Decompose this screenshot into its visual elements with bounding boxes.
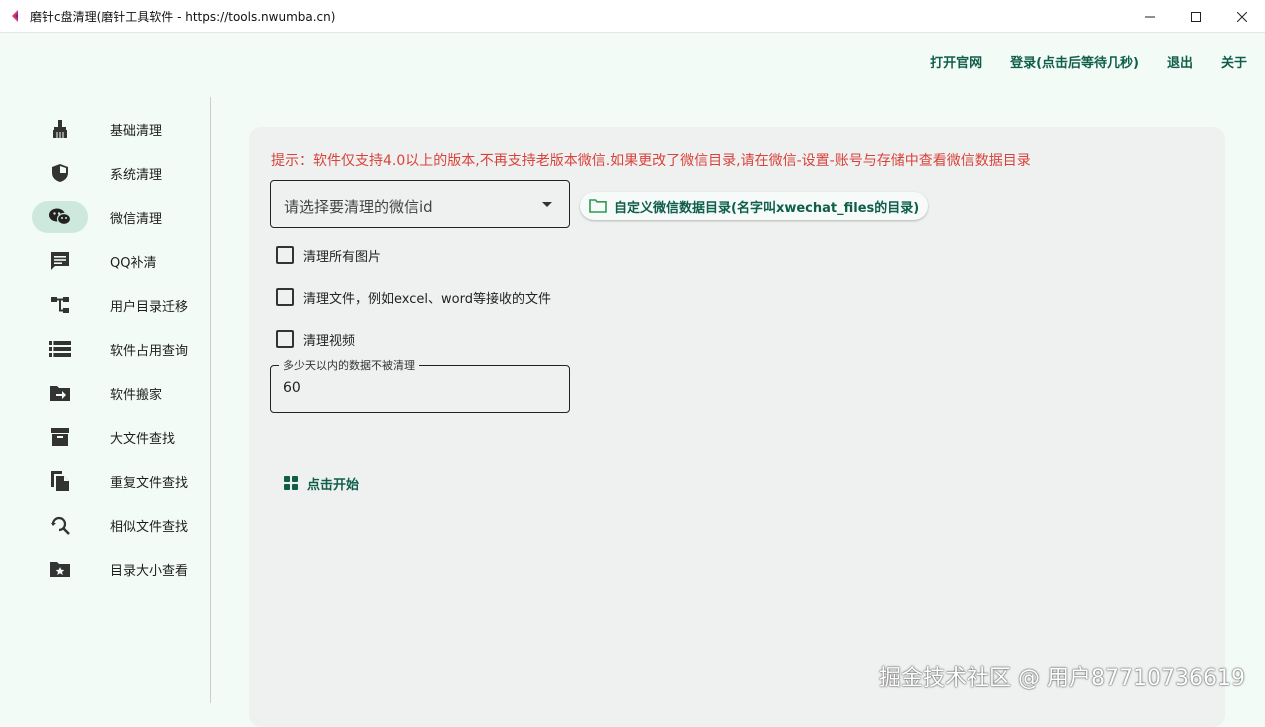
app-logo-icon: [12, 10, 18, 22]
sidebar-item-system-clean[interactable]: 系统清理: [32, 157, 202, 189]
clean-videos-checkbox[interactable]: [276, 330, 294, 348]
broom-icon: [49, 119, 71, 139]
clean-images-checkbox[interactable]: [276, 246, 294, 264]
sidebar-item-label: 相似文件查找: [110, 520, 189, 535]
start-label: 点击开始: [307, 477, 360, 493]
clean-files-checkbox-row[interactable]: 清理文件，例如excel、word等接收的文件: [276, 287, 551, 307]
top-nav: 打开官网 登录(点击后等待几秒) 退出 关于: [930, 50, 1265, 72]
maximize-button[interactable]: [1173, 0, 1219, 33]
title-bar: 磨针c盘清理(磨针工具软件 - https://tools.nwumba.cn): [0, 0, 1265, 33]
sidebar-item-label: 用户目录迁移: [110, 300, 189, 315]
wechat-id-select[interactable]: 请选择要清理的微信id: [270, 180, 570, 228]
days-value: 60: [283, 380, 301, 396]
folder-icon: [589, 199, 607, 213]
window-title: 磨针c盘清理(磨针工具软件 - https://tools.nwumba.cn): [30, 9, 336, 24]
logout-link[interactable]: 退出: [1167, 52, 1193, 71]
sidebar-item-similar-file-search[interactable]: 相似文件查找: [32, 509, 202, 541]
close-icon: [1237, 11, 1247, 22]
custom-wechat-dir-button[interactable]: 自定义微信数据目录(名字叫xwechat_files的目录): [580, 192, 928, 220]
chevron-down-icon: [542, 202, 552, 207]
chat-icon: [49, 251, 71, 271]
watermark: 掘金技术社区 @ 用户87710736619: [879, 666, 1245, 691]
sidebar-item-label: 软件搬家: [110, 388, 163, 403]
list-icon: [49, 339, 71, 359]
clean-videos-checkbox-row[interactable]: 清理视频: [276, 329, 355, 349]
sidebar-item-label: 重复文件查找: [110, 476, 189, 491]
sidebar-item-dir-size-view[interactable]: 目录大小查看: [32, 553, 202, 585]
sidebar-item-basic-clean[interactable]: 基础清理: [32, 113, 202, 145]
checkbox-label: 清理文件，例如excel、word等接收的文件: [303, 291, 551, 307]
days-field-label: 多少天以内的数据不被清理: [279, 357, 419, 373]
folder-star-icon: [49, 559, 71, 579]
sidebar-item-label: 基础清理: [110, 124, 163, 139]
folder-move-icon: [49, 383, 71, 403]
archive-icon: [49, 427, 71, 447]
copy-icon: [49, 471, 71, 491]
sidebar: 基础清理 系统清理 微信清理 QQ补清 用户目录迁移 软件占用查询 软件搬家 大…: [0, 100, 212, 712]
close-button[interactable]: [1219, 0, 1265, 33]
minimize-button[interactable]: [1127, 0, 1173, 33]
sidebar-item-wechat-clean[interactable]: 微信清理: [32, 201, 202, 233]
custom-dir-label: 自定义微信数据目录(名字叫xwechat_files的目录): [614, 200, 920, 216]
select-placeholder: 请选择要清理的微信id: [284, 198, 433, 216]
sidebar-item-label: 目录大小查看: [110, 564, 189, 579]
checkbox-label: 清理视频: [303, 333, 356, 349]
tree-icon: [49, 295, 71, 315]
sidebar-item-label: 大文件查找: [110, 432, 176, 447]
shield-icon: [49, 163, 71, 183]
sidebar-item-qq-clean[interactable]: QQ补清: [32, 245, 202, 277]
clean-files-checkbox[interactable]: [276, 288, 294, 306]
start-button[interactable]: 点击开始: [280, 470, 359, 496]
login-link[interactable]: 登录(点击后等待几秒): [1010, 52, 1139, 71]
hint-text: 提示：软件仅支持4.0以上的版本,不再支持老版本微信.如果更改了微信目录,请在微…: [271, 153, 1031, 169]
sidebar-item-label: 软件占用查询: [110, 344, 189, 359]
sidebar-item-software-move[interactable]: 软件搬家: [32, 377, 202, 409]
sidebar-item-label: QQ补清: [110, 256, 157, 271]
about-link[interactable]: 关于: [1221, 52, 1247, 71]
search-refresh-icon: [49, 515, 71, 535]
sidebar-item-large-file-search[interactable]: 大文件查找: [32, 421, 202, 453]
sidebar-item-user-dir-migrate[interactable]: 用户目录迁移: [32, 289, 202, 321]
clean-images-checkbox-row[interactable]: 清理所有图片: [276, 245, 381, 265]
sidebar-item-software-usage[interactable]: 软件占用查询: [32, 333, 202, 365]
open-website-link[interactable]: 打开官网: [930, 52, 982, 71]
sidebar-item-duplicate-file-search[interactable]: 重复文件查找: [32, 465, 202, 497]
grid-icon: [284, 476, 298, 490]
checkbox-label: 清理所有图片: [303, 249, 382, 265]
maximize-icon: [1191, 11, 1201, 22]
sidebar-item-label: 系统清理: [110, 168, 163, 183]
wechat-icon: [49, 207, 71, 227]
minimize-icon: [1145, 16, 1155, 17]
sidebar-item-label: 微信清理: [110, 212, 163, 227]
